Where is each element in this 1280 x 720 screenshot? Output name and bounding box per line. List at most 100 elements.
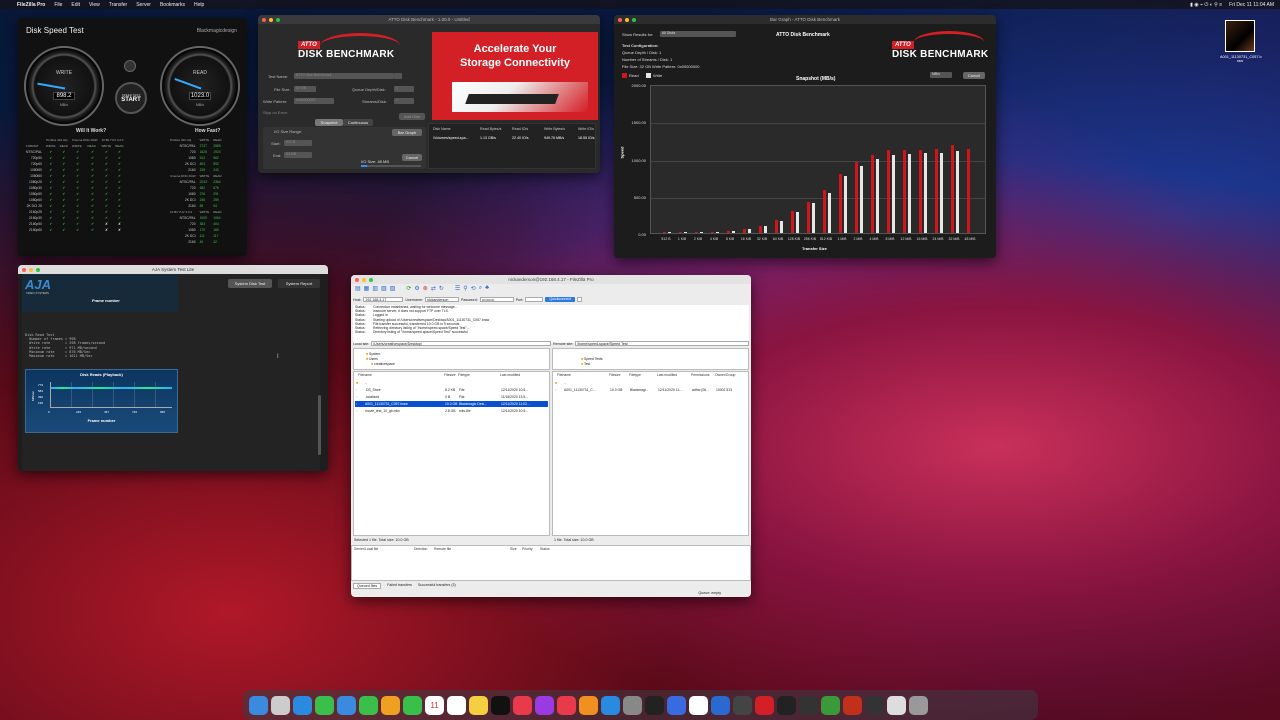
queue-depth-select[interactable]: 1 — [394, 86, 414, 92]
cancel-icon[interactable]: ⊗ — [423, 285, 428, 295]
dock-icon-facetime[interactable] — [403, 695, 422, 715]
menu-transfer[interactable]: Transfer — [109, 2, 127, 8]
toggle-remote-icon[interactable]: ▧ — [381, 285, 387, 295]
file-row[interactable]: movie_test_10_gb.mkv 2.8 GB mkv-file 12/11/… — [355, 408, 548, 414]
queue-column-header[interactable]: Size — [510, 547, 517, 551]
file-row[interactable]: .DS_Store 8.2 KB File 12/11/2020 10:5... ▫ — [355, 387, 548, 393]
aja-scrollbar[interactable] — [318, 395, 321, 455]
reconnect-icon[interactable]: ↻ — [439, 285, 444, 295]
units-select[interactable]: MB/s — [930, 72, 952, 78]
dock-icon-maps[interactable] — [359, 695, 378, 715]
streams-select[interactable]: 1 — [394, 98, 414, 104]
queue-column-header[interactable]: Remote file — [434, 547, 451, 551]
start-button[interactable]: SPEED TEST START — [115, 82, 147, 114]
column-header[interactable]: Last modified — [500, 373, 520, 377]
disconnect-icon[interactable]: ⇄ — [431, 285, 436, 295]
dock-icon-preview[interactable] — [865, 695, 884, 715]
menu-view[interactable]: View — [89, 2, 100, 8]
menu-server[interactable]: Server — [136, 2, 151, 8]
column-header[interactable]: Filesize — [444, 373, 456, 377]
file-row[interactable]: A001_11130731_C... 10.0 GB Blackmagi... 12/… — [554, 387, 747, 393]
port-input[interactable] — [525, 297, 544, 302]
tab-failed-transfers[interactable]: Failed transfers — [387, 583, 412, 589]
remote-tree-item[interactable]: ■ Test — [581, 361, 590, 367]
start-size-select[interactable]: 512 B — [284, 140, 312, 146]
username-input[interactable]: nickanderson — [424, 297, 459, 302]
write-pattern-select[interactable]: 0x00000000 — [294, 98, 334, 104]
show-results-select[interactable]: All Disks — [660, 31, 736, 37]
column-header[interactable]: Filetype — [629, 373, 641, 377]
menu-edit[interactable]: Edit — [71, 2, 80, 8]
system-report-button[interactable]: System Report — [278, 279, 320, 288]
add-disk-button[interactable]: Add Disk — [399, 113, 425, 120]
host-input[interactable]: 192.168.4.17 — [363, 297, 404, 302]
stop-on-error-label[interactable]: Stop on Error: — [263, 110, 288, 115]
tab-continuous[interactable]: Continuous — [343, 119, 373, 126]
password-input[interactable]: •••••••••• — [479, 297, 514, 302]
atto-ad-banner[interactable]: Accelerate Your Storage Connectivity — [432, 32, 598, 120]
dock-icon-cardhop[interactable] — [667, 695, 686, 715]
dock-icon-tv[interactable] — [491, 695, 510, 715]
dock-icon-notes[interactable] — [469, 695, 488, 715]
toggle-tree-icon[interactable]: ▥ — [372, 285, 378, 295]
quickconnect-dropdown[interactable] — [577, 297, 583, 302]
status-icons[interactable]: ▮ ◉ ⌁ ⏻ ◐ ⚲ ≡ — [1190, 2, 1222, 8]
tab-successful-transfers[interactable]: Successful transfers (3) — [418, 583, 456, 589]
menu-app-name[interactable]: FileZilla Pro — [17, 2, 45, 8]
process-queue-icon[interactable]: ⚙ — [414, 285, 419, 295]
dock-icon-filezilla[interactable] — [821, 695, 840, 715]
toggle-queue-icon[interactable]: ▨ — [390, 285, 396, 295]
file-row[interactable]: .. ■ — [554, 380, 747, 386]
file-row[interactable]: .localized 0 B File 11/16/2020 13:5... ▫ — [355, 394, 548, 400]
dock-icon-activity[interactable] — [777, 695, 796, 715]
cancel-button[interactable]: Cancel — [402, 154, 422, 161]
dock-icon-console[interactable] — [799, 695, 818, 715]
dock-icon-pages[interactable] — [579, 695, 598, 715]
dock-icon-davinci[interactable] — [645, 695, 664, 715]
column-header[interactable]: Filename — [557, 373, 571, 377]
dock-icon-reminders[interactable] — [447, 695, 466, 715]
test-name-field[interactable]: ATTO Disk Benchmark — [294, 73, 394, 79]
column-header[interactable]: Permissions — [691, 373, 709, 377]
dock-icon-finder2[interactable] — [887, 695, 906, 715]
dock-icon-app-store[interactable] — [601, 695, 620, 715]
dock-icon-hopper[interactable] — [711, 695, 730, 715]
queue-column-header[interactable]: Server/Local file — [354, 547, 378, 551]
menu-file[interactable]: File — [54, 2, 62, 8]
local-tree-item[interactable]: ■ creativespace — [371, 361, 395, 367]
dock-icon-11[interactable]: 11 — [425, 695, 444, 715]
column-header[interactable]: Filename — [358, 373, 372, 377]
test-name-dropdown[interactable] — [394, 73, 402, 79]
queue-column-header[interactable]: Direction — [414, 547, 427, 551]
site-manager-icon[interactable]: ▤ — [355, 285, 361, 295]
column-header[interactable]: Last modified — [657, 373, 677, 377]
dock-icon-system-preferences[interactable] — [623, 695, 642, 715]
dock-icon-trash[interactable] — [909, 695, 928, 715]
dock-icon-news[interactable] — [557, 695, 576, 715]
dock-icon-photos[interactable] — [381, 695, 400, 715]
filter-icon[interactable]: ☰ — [455, 285, 460, 295]
dock-icon-launchpad[interactable] — [271, 695, 290, 715]
compare-icon[interactable]: ⚲ — [463, 285, 467, 295]
file-row[interactable]: A001_11130731_C057.braw 10.0 GB Blackmagic… — [355, 401, 548, 407]
tab-snapshot[interactable]: Snapshot — [315, 119, 343, 126]
dock-icon-mail[interactable] — [337, 695, 356, 715]
remote-path-input[interactable]: /home/speed-space/Speed Test — [575, 341, 749, 346]
refresh-icon[interactable]: ⟳ — [406, 285, 411, 295]
dock-icon-filezilla-pro[interactable] — [843, 695, 862, 715]
bookmark-icon[interactable]: ♣ — [485, 285, 489, 295]
dock-icon-podcasts[interactable] — [535, 695, 554, 715]
queue-column-header[interactable]: Status — [540, 547, 550, 551]
quickconnect-button[interactable]: Quickconnect — [545, 297, 576, 302]
file-size-select[interactable]: 32 GB — [294, 86, 316, 92]
sync-icon[interactable]: ⟲ — [471, 285, 476, 295]
settings-knob-icon[interactable] — [124, 60, 136, 72]
search-icon[interactable]: ⌕ — [479, 285, 482, 295]
queue-column-header[interactable]: Priority — [522, 547, 533, 551]
dock-icon-messages[interactable] — [315, 695, 334, 715]
dock-icon-music[interactable] — [513, 695, 532, 715]
local-path-input[interactable]: /Users/creativespace/Desktop/ — [371, 341, 551, 346]
desktop-file-icon[interactable]: A001_11130731_C057.b raw — [1220, 20, 1262, 63]
column-header[interactable]: Filetype — [458, 373, 470, 377]
res-disk-name[interactable]: /Volumes/speed-spa... — [433, 136, 469, 140]
